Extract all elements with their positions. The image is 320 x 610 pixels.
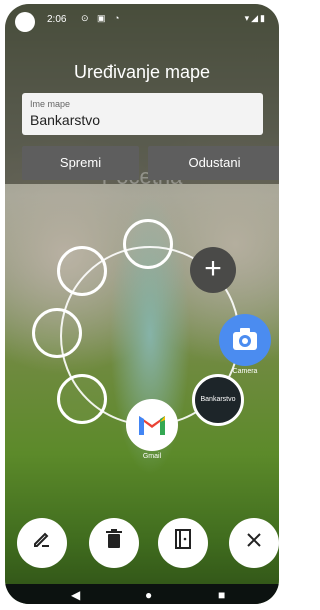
folder-name-field[interactable]: Ime mape [22,93,263,135]
status-time: 2:06 [47,14,67,25]
recents-icon[interactable]: ■ [218,588,225,602]
app-bankarstvo[interactable]: Bankarstvo [190,374,246,426]
page-title: Uređivanje mape [73,62,211,82]
home-icon[interactable]: ● [145,588,152,602]
empty-slot[interactable] [32,308,82,358]
phone-screen: 2:06 ⊙ ▣ ◔ ▾◢▮ Uređivanje mape Ime mape … [5,4,279,604]
save-button[interactable]: Spremi [22,146,139,180]
exit-icon [175,529,191,549]
empty-slot[interactable] [123,219,173,269]
status-bar: 2:06 ⊙ ▣ ◔ ▾◢▮ [5,4,279,32]
folder-icon: Bankarstvo [192,374,244,426]
navigation-bar: ◀ ● ■ [5,584,279,604]
camera-cutout [15,12,35,32]
cancel-button[interactable]: Odustani [148,146,279,180]
exit-button[interactable] [158,518,208,568]
delete-button[interactable] [89,518,139,568]
edit-button[interactable] [17,518,67,568]
back-icon[interactable]: ◀ [71,588,80,602]
empty-slot[interactable] [57,246,107,296]
status-notification-icons: ⊙ ▣ ◔ [81,13,123,23]
empty-slot[interactable] [57,374,107,424]
folder-name-input[interactable] [30,112,255,128]
gmail-icon [126,399,178,451]
close-icon [247,533,261,547]
app-gmail[interactable]: Gmail [124,399,180,460]
delete-icon [106,529,122,548]
status-system-icons: ▾◢▮ [244,13,267,23]
edit-icon [34,532,49,547]
app-camera[interactable]: Camera [216,314,274,375]
folder-name-label: Ime mape [30,99,71,109]
close-button[interactable] [229,518,279,568]
app-label: Gmail [142,453,162,460]
camera-icon [219,314,271,366]
add-app-button[interactable]: + [190,247,236,293]
